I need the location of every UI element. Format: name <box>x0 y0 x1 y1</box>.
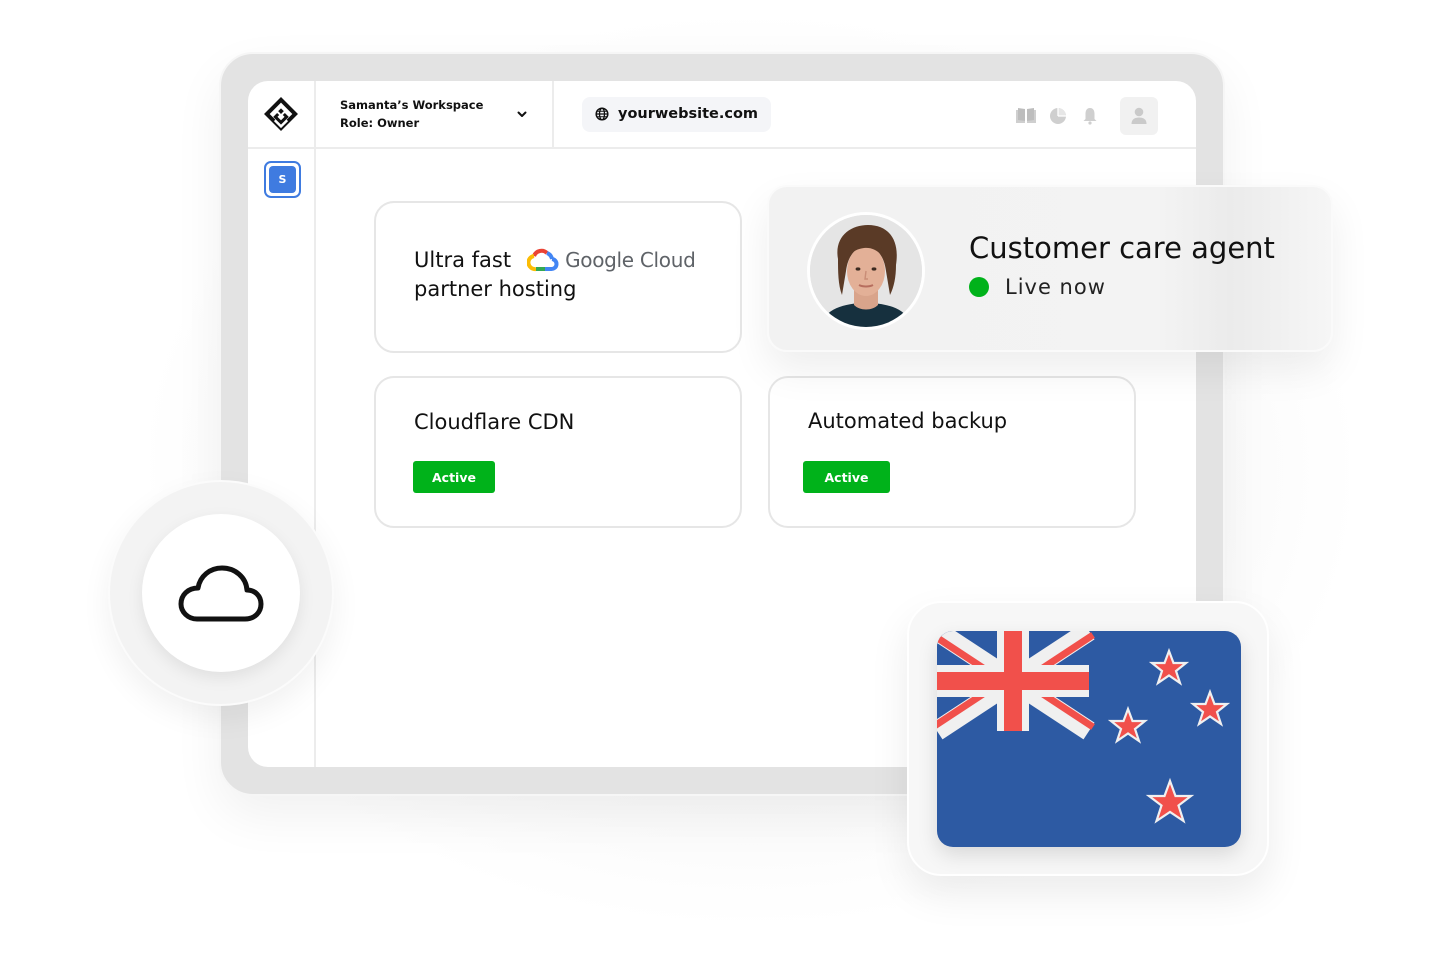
google-cloud-logo: Google Cloud <box>527 247 696 273</box>
website-url: yourwebsite.com <box>618 106 759 122</box>
live-status: Live now <box>969 275 1106 299</box>
cloud-icon <box>178 565 264 622</box>
workspace-selector[interactable]: Samanta’s Workspace Role: Owner <box>316 81 554 148</box>
live-status-text: Live now <box>1005 275 1106 299</box>
top-bar: Samanta’s Workspace Role: Owner yourwebs… <box>248 81 1196 149</box>
agent-avatar <box>807 212 925 330</box>
hosting-card: Ultra fast Google Cloud partner hosting <box>374 201 742 353</box>
cloud-badge <box>108 480 334 706</box>
google-cloud-icon <box>527 248 559 272</box>
hosting-line1: Ultra fast <box>414 248 512 272</box>
new-zealand-flag <box>937 631 1241 847</box>
backup-title: Automated backup <box>808 409 1008 433</box>
pie-chart-icon <box>1050 108 1066 124</box>
cdn-card: Cloudflare CDN Active <box>374 376 742 528</box>
analytics-button[interactable] <box>1042 98 1074 134</box>
docs-button[interactable] <box>1010 98 1042 134</box>
workspace-role: Role: Owner <box>340 116 420 130</box>
user-menu-button[interactable] <box>1120 97 1158 135</box>
sidebar-item-site[interactable]: S <box>264 161 301 198</box>
cdn-status-badge: Active <box>413 461 495 493</box>
agent-title: Customer care agent <box>969 231 1275 265</box>
flag-badge <box>907 601 1269 876</box>
chevron-down-icon <box>517 111 527 117</box>
notifications-button[interactable] <box>1074 98 1106 134</box>
user-icon <box>1131 107 1147 124</box>
agent-portrait-icon <box>810 215 922 327</box>
website-url-pill[interactable]: yourwebsite.com <box>582 96 772 132</box>
new-zealand-flag-icon <box>937 631 1241 847</box>
backup-status-badge: Active <box>803 461 890 493</box>
backup-card: Automated backup Active <box>768 376 1136 528</box>
site-avatar: S <box>269 166 296 193</box>
cdn-title: Cloudflare CDN <box>414 410 575 434</box>
hosting-line2: partner hosting <box>414 277 577 301</box>
brand-logo-icon <box>264 97 298 131</box>
live-status-dot-icon <box>969 277 989 297</box>
bell-icon <box>1083 108 1097 125</box>
globe-icon <box>595 107 609 121</box>
top-icons <box>1010 97 1158 135</box>
customer-care-card[interactable]: Customer care agent Live now <box>767 185 1333 352</box>
logo[interactable] <box>248 81 316 148</box>
workspace-name: Samanta’s Workspace <box>340 98 484 112</box>
google-cloud-wordmark: Google Cloud <box>565 248 696 272</box>
book-icon <box>1016 108 1036 123</box>
